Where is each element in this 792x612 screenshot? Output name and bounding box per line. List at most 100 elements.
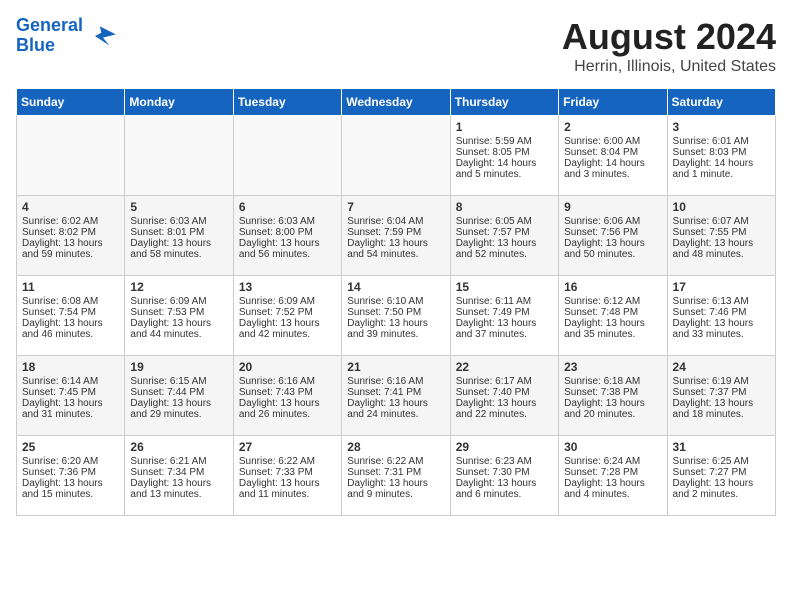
day-info-line: and 22 minutes. [456, 409, 553, 420]
day-info-line: Sunset: 8:04 PM [564, 147, 661, 158]
day-info-line: Daylight: 13 hours [673, 318, 770, 329]
day-info-line: Sunset: 7:31 PM [347, 467, 444, 478]
calendar-cell: 26Sunrise: 6:21 AMSunset: 7:34 PMDayligh… [125, 436, 233, 516]
day-info-line: Sunrise: 6:22 AM [347, 456, 444, 467]
day-info-line: Sunset: 7:28 PM [564, 467, 661, 478]
day-number: 13 [239, 280, 336, 294]
day-info-line: Sunrise: 6:09 AM [239, 296, 336, 307]
logo: General Blue [16, 16, 119, 56]
header-wednesday: Wednesday [342, 89, 450, 116]
day-info-line: and 39 minutes. [347, 329, 444, 340]
day-info-line: Sunset: 7:52 PM [239, 307, 336, 318]
calendar-cell: 15Sunrise: 6:11 AMSunset: 7:49 PMDayligh… [450, 276, 558, 356]
day-number: 8 [456, 200, 553, 214]
day-info-line: Daylight: 13 hours [673, 478, 770, 489]
day-info-line: Daylight: 13 hours [347, 318, 444, 329]
day-info-line: Sunrise: 6:00 AM [564, 136, 661, 147]
day-info-line: Sunrise: 6:19 AM [673, 376, 770, 387]
day-info-line: Sunset: 7:36 PM [22, 467, 119, 478]
day-info-line: Sunset: 8:00 PM [239, 227, 336, 238]
logo-bird-icon [87, 20, 119, 52]
day-info-line: Sunrise: 5:59 AM [456, 136, 553, 147]
day-info-line: and 24 minutes. [347, 409, 444, 420]
month-year-title: August 2024 [562, 16, 776, 58]
calendar-cell: 1Sunrise: 5:59 AMSunset: 8:05 PMDaylight… [450, 116, 558, 196]
day-info-line: and 37 minutes. [456, 329, 553, 340]
day-number: 17 [673, 280, 770, 294]
week-row-0: 1Sunrise: 5:59 AMSunset: 8:05 PMDaylight… [17, 116, 776, 196]
calendar-cell: 30Sunrise: 6:24 AMSunset: 7:28 PMDayligh… [559, 436, 667, 516]
week-row-1: 4Sunrise: 6:02 AMSunset: 8:02 PMDaylight… [17, 196, 776, 276]
calendar-table: SundayMondayTuesdayWednesdayThursdayFrid… [16, 88, 776, 516]
day-info-line: Sunset: 7:48 PM [564, 307, 661, 318]
day-info-line: Sunrise: 6:23 AM [456, 456, 553, 467]
day-info-line: and 58 minutes. [130, 249, 227, 260]
day-info-line: Sunset: 7:45 PM [22, 387, 119, 398]
day-info-line: Sunset: 7:59 PM [347, 227, 444, 238]
calendar-cell [125, 116, 233, 196]
calendar-cell: 28Sunrise: 6:22 AMSunset: 7:31 PMDayligh… [342, 436, 450, 516]
day-info-line: and 6 minutes. [456, 489, 553, 500]
header-monday: Monday [125, 89, 233, 116]
day-info-line: Sunset: 7:34 PM [130, 467, 227, 478]
day-number: 3 [673, 120, 770, 134]
calendar-cell: 13Sunrise: 6:09 AMSunset: 7:52 PMDayligh… [233, 276, 341, 356]
day-info-line: Sunset: 7:43 PM [239, 387, 336, 398]
day-number: 26 [130, 440, 227, 454]
calendar-cell: 21Sunrise: 6:16 AMSunset: 7:41 PMDayligh… [342, 356, 450, 436]
day-number: 28 [347, 440, 444, 454]
day-info-line: Sunrise: 6:13 AM [673, 296, 770, 307]
day-info-line: Sunset: 7:27 PM [673, 467, 770, 478]
day-info-line: and 13 minutes. [130, 489, 227, 500]
day-info-line: and 33 minutes. [673, 329, 770, 340]
day-info-line: Daylight: 13 hours [564, 238, 661, 249]
day-info-line: Daylight: 13 hours [239, 398, 336, 409]
calendar-cell: 17Sunrise: 6:13 AMSunset: 7:46 PMDayligh… [667, 276, 775, 356]
header-saturday: Saturday [667, 89, 775, 116]
day-info-line: Daylight: 13 hours [456, 318, 553, 329]
calendar-cell: 25Sunrise: 6:20 AMSunset: 7:36 PMDayligh… [17, 436, 125, 516]
day-info-line: and 15 minutes. [22, 489, 119, 500]
day-info-line: Daylight: 13 hours [673, 398, 770, 409]
page-header: General Blue August 2024 Herrin, Illinoi… [16, 16, 776, 76]
day-info-line: Daylight: 13 hours [130, 238, 227, 249]
week-row-4: 25Sunrise: 6:20 AMSunset: 7:36 PMDayligh… [17, 436, 776, 516]
day-info-line: Sunrise: 6:24 AM [564, 456, 661, 467]
calendar-cell: 8Sunrise: 6:05 AMSunset: 7:57 PMDaylight… [450, 196, 558, 276]
header-row: SundayMondayTuesdayWednesdayThursdayFrid… [17, 89, 776, 116]
day-number: 24 [673, 360, 770, 374]
day-info-line: Sunset: 7:44 PM [130, 387, 227, 398]
day-info-line: Daylight: 13 hours [347, 238, 444, 249]
calendar-cell: 10Sunrise: 6:07 AMSunset: 7:55 PMDayligh… [667, 196, 775, 276]
week-row-2: 11Sunrise: 6:08 AMSunset: 7:54 PMDayligh… [17, 276, 776, 356]
day-info-line: Daylight: 13 hours [22, 238, 119, 249]
day-info-line: Sunrise: 6:17 AM [456, 376, 553, 387]
day-info-line: Daylight: 13 hours [130, 478, 227, 489]
day-info-line: and 18 minutes. [673, 409, 770, 420]
day-info-line: Daylight: 13 hours [456, 478, 553, 489]
day-info-line: Sunset: 7:54 PM [22, 307, 119, 318]
calendar-cell: 12Sunrise: 6:09 AMSunset: 7:53 PMDayligh… [125, 276, 233, 356]
day-info-line: Sunrise: 6:07 AM [673, 216, 770, 227]
day-info-line: Sunrise: 6:20 AM [22, 456, 119, 467]
day-info-line: Sunrise: 6:03 AM [239, 216, 336, 227]
calendar-cell: 31Sunrise: 6:25 AMSunset: 7:27 PMDayligh… [667, 436, 775, 516]
calendar-cell: 14Sunrise: 6:10 AMSunset: 7:50 PMDayligh… [342, 276, 450, 356]
day-info-line: Sunrise: 6:04 AM [347, 216, 444, 227]
day-info-line: Sunset: 8:01 PM [130, 227, 227, 238]
calendar-cell: 16Sunrise: 6:12 AMSunset: 7:48 PMDayligh… [559, 276, 667, 356]
day-info-line: Sunset: 7:53 PM [130, 307, 227, 318]
calendar-body: 1Sunrise: 5:59 AMSunset: 8:05 PMDaylight… [17, 116, 776, 516]
day-number: 23 [564, 360, 661, 374]
calendar-cell: 5Sunrise: 6:03 AMSunset: 8:01 PMDaylight… [125, 196, 233, 276]
day-number: 10 [673, 200, 770, 214]
day-info-line: and 35 minutes. [564, 329, 661, 340]
day-info-line: Sunrise: 6:18 AM [564, 376, 661, 387]
day-info-line: and 20 minutes. [564, 409, 661, 420]
day-info-line: and 44 minutes. [130, 329, 227, 340]
logo-text: General Blue [16, 16, 83, 56]
day-info-line: and 31 minutes. [22, 409, 119, 420]
day-info-line: Daylight: 13 hours [564, 478, 661, 489]
calendar-cell: 27Sunrise: 6:22 AMSunset: 7:33 PMDayligh… [233, 436, 341, 516]
day-info-line: Daylight: 13 hours [130, 398, 227, 409]
